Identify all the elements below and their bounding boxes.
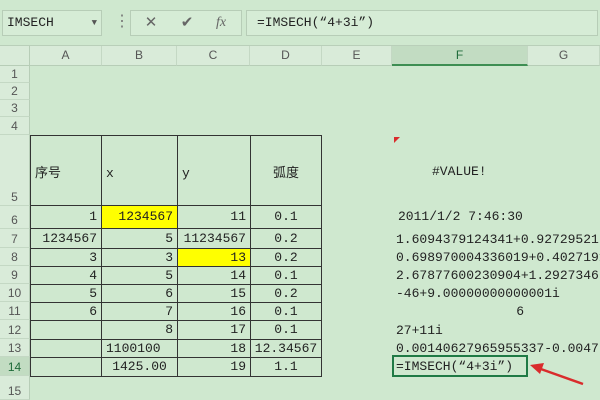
formula-input[interactable]: =IMSECH(“4+3i”)	[246, 10, 598, 36]
cell-f9[interactable]: 2.67877600230904+1.2927346	[392, 268, 600, 283]
table-cell[interactable]: 1234567	[30, 228, 102, 249]
insert-function-icon[interactable]: fx	[209, 13, 233, 33]
row-header-12[interactable]: 12	[0, 320, 30, 339]
table-cell[interactable]: 5	[101, 266, 178, 285]
table-cell[interactable]: 7	[101, 302, 178, 321]
column-header-f[interactable]: F	[392, 46, 528, 66]
row-header-11[interactable]: 11	[0, 302, 30, 320]
table-cell[interactable]: 19	[177, 357, 251, 377]
table-cell[interactable]: 15	[177, 284, 251, 303]
table-cell[interactable]: 13	[177, 248, 251, 267]
table-cell[interactable]: 3	[30, 248, 102, 267]
row-header-15[interactable]: 15	[0, 376, 30, 400]
formula-bar: IMSECH ▼ ⋮ ✕ ✔ fx =IMSECH(“4+3i”)	[0, 0, 600, 46]
row-header-10[interactable]: 10	[0, 284, 30, 302]
header-cell-radian[interactable]: 弧度	[250, 135, 322, 206]
table-cell[interactable]: 4	[30, 266, 102, 285]
table-cell[interactable]: 0.2	[250, 228, 322, 249]
column-header-e[interactable]: E	[322, 46, 392, 66]
confirm-icon[interactable]: ✔	[175, 13, 199, 33]
comment-indicator-icon	[394, 137, 400, 143]
formula-buttons: ✕ ✔ fx	[130, 10, 242, 36]
table-cell[interactable]: 1234567	[101, 205, 178, 229]
table-cell[interactable]: 0.1	[250, 320, 322, 340]
row-header-9[interactable]: 9	[0, 266, 30, 284]
table-cell[interactable]: 8	[101, 320, 178, 340]
row-header-2[interactable]: 2	[0, 83, 30, 100]
column-header-c[interactable]: C	[177, 46, 250, 66]
table-cell[interactable]: 1.1	[250, 357, 322, 377]
cell-f11[interactable]: 6	[392, 304, 524, 319]
table-cell[interactable]	[30, 357, 102, 377]
header-cell-x[interactable]: x	[101, 135, 178, 206]
dropdown-arrow-icon[interactable]: ▼	[92, 11, 97, 35]
header-cell-y[interactable]: y	[177, 135, 251, 206]
active-cell-border	[392, 355, 528, 377]
table-cell[interactable]: 11	[177, 205, 251, 229]
annotation-arrow-icon	[530, 363, 584, 386]
table-cell[interactable]: 0.1	[250, 266, 322, 285]
header-cell-index[interactable]: 序号	[30, 135, 102, 206]
cell-f5[interactable]: #VALUE!	[432, 164, 592, 179]
table-cell[interactable]: 3	[101, 248, 178, 267]
table-cell[interactable]: 17	[177, 320, 251, 340]
row-header-13[interactable]: 13	[0, 339, 30, 357]
table-cell[interactable]: 1	[30, 205, 102, 229]
table-cell[interactable]: 0.1	[250, 302, 322, 321]
table-cell[interactable]: 6	[30, 302, 102, 321]
row-header-3[interactable]: 3	[0, 100, 30, 117]
table-cell[interactable]: 18	[177, 339, 251, 358]
row-header-8[interactable]: 8	[0, 248, 30, 266]
table-cell[interactable]: 1100100	[101, 339, 178, 358]
table-cell[interactable]: 0.1	[250, 205, 322, 229]
table-cell[interactable]: 6	[101, 284, 178, 303]
column-header-d[interactable]: D	[250, 46, 322, 66]
row-header-7[interactable]: 7	[0, 229, 30, 248]
table-cell[interactable]: 16	[177, 302, 251, 321]
table-cell[interactable]: 5	[101, 228, 178, 249]
cell-f12[interactable]: 27+11i	[392, 323, 600, 338]
row-header-4[interactable]: 4	[0, 117, 30, 135]
table-cell[interactable]: 5	[30, 284, 102, 303]
table-cell[interactable]: 1425.00	[101, 357, 178, 377]
column-header-b[interactable]: B	[102, 46, 177, 66]
row-header-6[interactable]: 6	[0, 206, 30, 229]
select-all-corner[interactable]	[0, 46, 30, 66]
table-cell[interactable]	[30, 339, 102, 358]
table-cell[interactable]: 0.2	[250, 284, 322, 303]
cell-f6[interactable]: 2011/1/2 7:46:30	[392, 209, 600, 224]
cell-f7[interactable]: 1.6094379124341+0.92729521	[392, 232, 600, 247]
table-cell[interactable]	[30, 320, 102, 340]
column-header-g[interactable]: G	[528, 46, 600, 66]
table-cell[interactable]: 0.2	[250, 248, 322, 267]
cancel-icon[interactable]: ✕	[139, 13, 163, 33]
cell-f13[interactable]: 0.00140627965955337-0.0047	[392, 341, 600, 356]
more-options-icon[interactable]: ⋮	[114, 12, 130, 32]
name-box[interactable]: IMSECH ▼	[2, 10, 102, 36]
table-cell[interactable]: 11234567	[177, 228, 251, 249]
cell-f8[interactable]: 0.698970004336019+0.4027191	[392, 250, 600, 265]
cell-f10[interactable]: -46+9.00000000000001i	[392, 286, 600, 301]
table-cell[interactable]: 12.34567	[250, 339, 322, 358]
name-box-value: IMSECH	[7, 15, 54, 30]
row-header-5[interactable]: 5	[0, 135, 30, 206]
table-cell[interactable]: 14	[177, 266, 251, 285]
row-header-14[interactable]: 14	[0, 357, 30, 376]
column-header-a[interactable]: A	[30, 46, 102, 66]
row-header-1[interactable]: 1	[0, 66, 30, 83]
